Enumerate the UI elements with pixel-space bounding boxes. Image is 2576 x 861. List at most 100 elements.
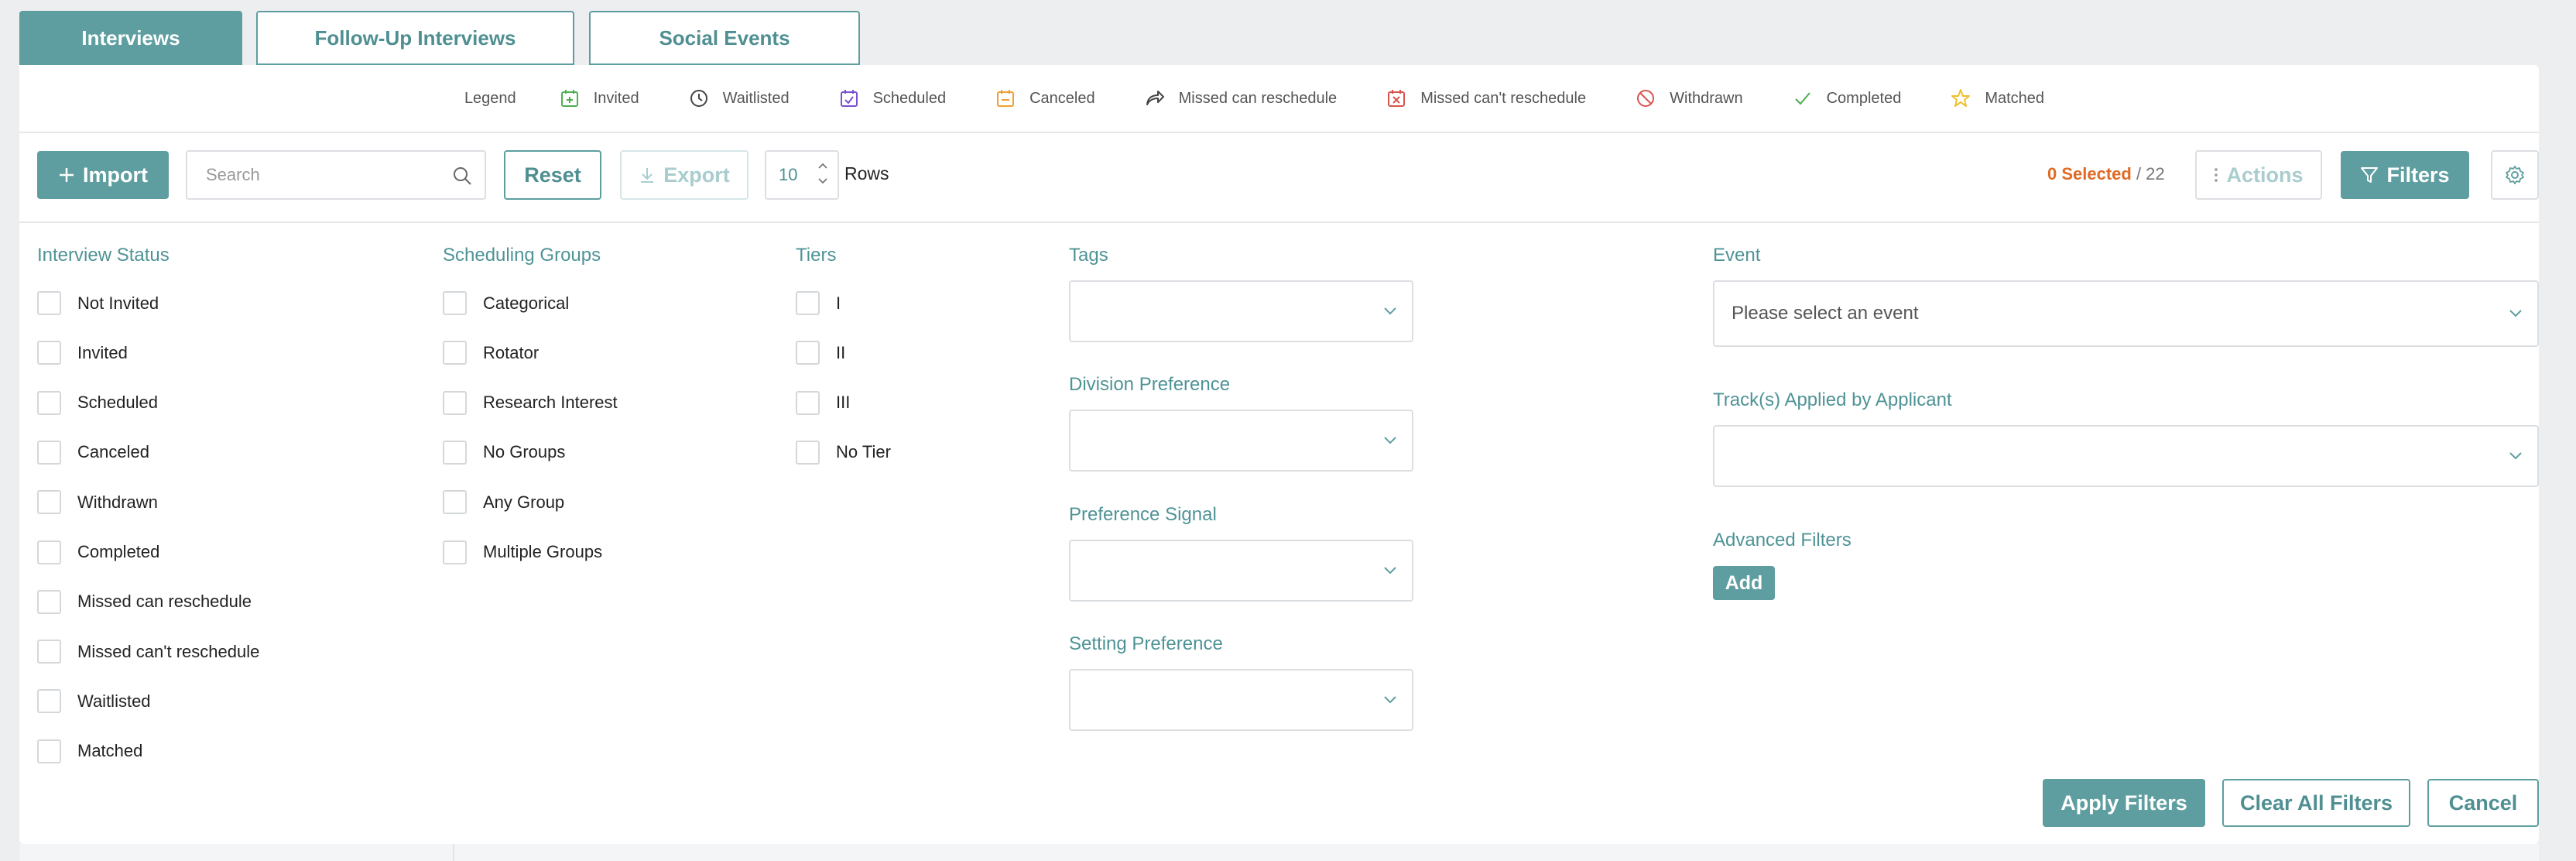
add-advanced-filter-button[interactable]: Add bbox=[1713, 566, 1775, 600]
checkbox[interactable] bbox=[37, 341, 61, 365]
settings-button[interactable] bbox=[2491, 150, 2539, 200]
checkbox[interactable] bbox=[37, 589, 61, 614]
interview-status-option[interactable]: Missed can't reschedule bbox=[37, 640, 259, 664]
checkbox[interactable] bbox=[37, 689, 61, 714]
checkbox[interactable] bbox=[796, 291, 820, 315]
legend-label: Missed can't reschedule bbox=[1420, 89, 1587, 107]
checkbox-label: I bbox=[836, 293, 841, 313]
scheduling-group-option[interactable]: Rotator bbox=[443, 341, 539, 365]
tags-select[interactable] bbox=[1069, 280, 1413, 342]
rows-stepper[interactable]: 10 bbox=[765, 150, 839, 200]
advanced-filters-title: Advanced Filters bbox=[1713, 530, 1852, 551]
setting-preference-select[interactable] bbox=[1069, 669, 1413, 731]
checkbox[interactable] bbox=[796, 440, 820, 465]
checkbox-label: Invited bbox=[77, 342, 128, 362]
checkbox[interactable] bbox=[796, 390, 820, 415]
export-button[interactable]: Export bbox=[620, 150, 748, 200]
checkbox[interactable] bbox=[37, 390, 61, 415]
interview-status-option[interactable]: Missed can reschedule bbox=[37, 589, 252, 614]
tab-interviews[interactable]: Interviews bbox=[19, 11, 242, 65]
checkbox[interactable] bbox=[443, 490, 467, 515]
reset-button[interactable]: Reset bbox=[504, 150, 601, 200]
legend-item-waitlisted: Waitlisted bbox=[689, 88, 790, 108]
checkbox[interactable] bbox=[443, 291, 467, 315]
apply-filters-button[interactable]: Apply Filters bbox=[2043, 779, 2205, 827]
scheduling-group-option[interactable]: Multiple Groups bbox=[443, 540, 602, 564]
cancel-button[interactable]: Cancel bbox=[2427, 779, 2539, 827]
tab-social-events[interactable]: Social Events bbox=[589, 11, 860, 65]
vertical-dots-icon bbox=[2215, 168, 2218, 182]
clock-icon bbox=[690, 90, 707, 107]
legend-item-matched: Matched bbox=[1951, 88, 2044, 108]
checkbox[interactable] bbox=[37, 490, 61, 515]
interview-status-option[interactable]: Withdrawn bbox=[37, 490, 158, 515]
tags-title: Tags bbox=[1069, 245, 1108, 266]
tab-follow-up-interviews[interactable]: Follow-Up Interviews bbox=[256, 11, 574, 65]
interview-status-option[interactable]: Matched bbox=[37, 739, 142, 763]
checkbox[interactable] bbox=[37, 640, 61, 664]
tier-option[interactable]: III bbox=[796, 390, 850, 415]
calendar-check-icon bbox=[840, 90, 858, 107]
actions-button[interactable]: Actions bbox=[2195, 150, 2322, 200]
scheduling-group-option[interactable]: No Groups bbox=[443, 440, 565, 465]
search-input[interactable]: Search bbox=[186, 150, 486, 200]
tier-option[interactable]: No Tier bbox=[796, 440, 891, 465]
legend: Legend Invited Waitlisted Scheduled Canc… bbox=[19, 65, 2539, 132]
legend-item-withdrawn: Withdrawn bbox=[1636, 88, 1743, 108]
checkbox[interactable] bbox=[37, 440, 61, 465]
checkbox-label: Missed can't reschedule bbox=[77, 641, 260, 661]
search-icon bbox=[454, 167, 471, 185]
checkbox[interactable] bbox=[443, 540, 467, 564]
tier-option[interactable]: II bbox=[796, 341, 845, 365]
event-select[interactable]: Please select an event bbox=[1713, 280, 2539, 347]
tracks-title: Track(s) Applied by Applicant bbox=[1713, 389, 1952, 410]
interview-status-option[interactable]: Not Invited bbox=[37, 291, 159, 315]
filters-button[interactable]: Filters bbox=[2341, 151, 2469, 199]
clear-all-filters-button[interactable]: Clear All Filters bbox=[2222, 779, 2410, 827]
legend-label: Matched bbox=[1985, 89, 2045, 107]
preference-signal-title: Preference Signal bbox=[1069, 504, 1217, 525]
division-preference-select[interactable] bbox=[1069, 410, 1413, 472]
calendar-plus-icon bbox=[560, 90, 578, 107]
interview-status-option[interactable]: Canceled bbox=[37, 440, 149, 465]
checkbox-label: No Tier bbox=[836, 442, 891, 462]
checkbox[interactable] bbox=[37, 540, 61, 564]
search-placeholder: Search bbox=[206, 165, 260, 184]
interview-status-option[interactable]: Completed bbox=[37, 540, 159, 564]
chevron-down-icon bbox=[2509, 310, 2522, 317]
checkmark-icon bbox=[1794, 92, 1810, 105]
legend-label: Canceled bbox=[1029, 89, 1095, 107]
interview-status-option[interactable]: Invited bbox=[37, 341, 128, 365]
import-button[interactable]: Import bbox=[37, 151, 169, 199]
scheduling-group-option[interactable]: Research Interest bbox=[443, 390, 618, 415]
checkbox[interactable] bbox=[443, 440, 467, 465]
checkbox-label: Withdrawn bbox=[77, 492, 158, 512]
tier-option[interactable]: I bbox=[796, 291, 841, 315]
filter-icon bbox=[2361, 167, 2379, 183]
chevron-up-icon[interactable] bbox=[817, 162, 828, 170]
tracks-select[interactable] bbox=[1713, 425, 2539, 487]
checkbox[interactable] bbox=[443, 390, 467, 415]
checkbox[interactable] bbox=[443, 341, 467, 365]
checkbox-label: Waitlisted bbox=[77, 691, 151, 711]
calendar-minus-icon bbox=[997, 90, 1015, 107]
scheduling-group-option[interactable]: Any Group bbox=[443, 490, 565, 515]
stepper-arrows[interactable] bbox=[817, 158, 828, 189]
checkbox[interactable] bbox=[37, 739, 61, 763]
interview-status-title: Interview Status bbox=[37, 245, 170, 266]
divider bbox=[19, 221, 2539, 223]
checkbox-label: Any Group bbox=[483, 492, 565, 512]
checkbox[interactable] bbox=[796, 341, 820, 365]
checkbox[interactable] bbox=[37, 291, 61, 315]
checkbox-label: Multiple Groups bbox=[483, 542, 603, 561]
chevron-down-icon[interactable] bbox=[817, 177, 828, 185]
interview-status-option[interactable]: Scheduled bbox=[37, 390, 158, 415]
legend-label: Withdrawn bbox=[1670, 89, 1743, 107]
checkbox-label: Canceled bbox=[77, 442, 149, 462]
checkbox-label: Rotator bbox=[483, 342, 540, 362]
interview-status-option[interactable]: Waitlisted bbox=[37, 689, 151, 714]
preference-signal-select[interactable] bbox=[1069, 540, 1413, 602]
scheduling-group-option[interactable]: Categorical bbox=[443, 291, 569, 315]
selected-total: / 22 bbox=[2131, 164, 2165, 184]
chevron-down-icon bbox=[1384, 567, 1396, 575]
